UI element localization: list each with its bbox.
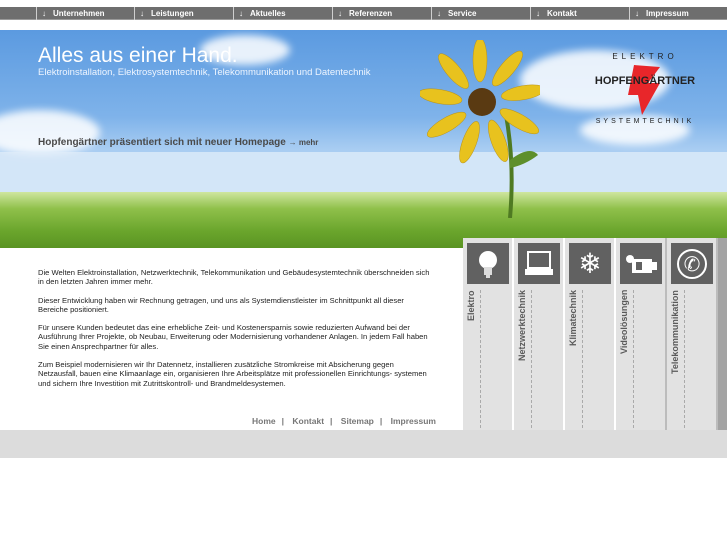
company-logo: ELEKTRO HOPFENGÄRTNER SYSTEMTECHNIK [595, 52, 695, 125]
nav-service[interactable]: ↓ Service [431, 7, 530, 20]
service-label[interactable]: Telekommunikation [670, 290, 680, 420]
nav-unternehmen[interactable]: ↓ Unternehmen [36, 7, 134, 20]
paragraph: Für unsere Kunden bedeutet das eine erhe… [38, 323, 428, 351]
snowflake-icon[interactable]: ❄ [569, 243, 611, 284]
nav-kontakt[interactable]: ↓ Kontakt [530, 7, 629, 20]
nav-referenzen[interactable]: ↓ Referenzen [332, 7, 431, 20]
footer-bar [0, 430, 727, 458]
footer-link-home[interactable]: Home [252, 416, 276, 426]
nav-impressum[interactable]: ↓ Impressum [629, 7, 727, 20]
service-netzwerktechnik[interactable]: Netzwerktechnik [514, 238, 565, 430]
paragraph: Die Welten Elektroinstallation, Netzwerk… [38, 268, 430, 287]
divider [582, 290, 583, 428]
service-telekommunikation[interactable]: ✆ Telekommunikation [667, 238, 718, 430]
nav-aktuelles[interactable]: ↓ Aktuelles [233, 7, 332, 20]
news-band [0, 152, 727, 192]
paragraph: Dieser Entwicklung haben wir Rechnung ge… [38, 295, 404, 314]
services-panel: Elektro Netzwerktechnik ❄ Klimatechnik V… [463, 238, 727, 430]
nav-leistungen[interactable]: ↓ Leistungen [134, 7, 233, 20]
more-link[interactable]: → mehr [289, 138, 319, 147]
service-videoloesungen[interactable]: Videolösungen [616, 238, 667, 430]
divider [480, 290, 481, 428]
footer-link-impressum[interactable]: Impressum [391, 416, 436, 426]
footer-links: Home | Kontakt | Sitemap | Impressum [252, 416, 436, 426]
divider [531, 290, 532, 428]
news-teaser[interactable]: Hopfengärtner präsentiert sich mit neuer… [38, 137, 318, 148]
footer-link-sitemap[interactable]: Sitemap [341, 416, 374, 426]
divider [633, 290, 634, 428]
hero-title: Alles aus einer Hand. [38, 44, 238, 67]
laptop-icon[interactable] [518, 243, 560, 284]
sunflower-image [420, 40, 540, 218]
lightbulb-icon[interactable] [467, 243, 509, 284]
svg-text:ELEKTRO: ELEKTRO [612, 52, 677, 61]
cloud [0, 110, 100, 155]
divider [684, 290, 685, 428]
paragraph: Zum Beispiel modernisieren wir Ihr Daten… [38, 360, 427, 388]
service-label[interactable]: Klimatechnik [568, 290, 578, 420]
svg-text:✆: ✆ [684, 252, 701, 276]
panel-edge [718, 238, 727, 430]
service-label[interactable]: Netzwerktechnik [517, 290, 527, 420]
service-elektro[interactable]: Elektro [463, 238, 514, 430]
hero-subtitle: Elektroinstallation, Elektrosystemtechni… [38, 67, 371, 78]
top-nav: ↓ Unternehmen ↓ Leistungen ↓ Aktuelles ↓ Ref… [0, 7, 727, 20]
footer-link-kontakt[interactable]: Kontakt [292, 416, 324, 426]
service-label[interactable]: Elektro [466, 290, 476, 420]
service-klimatechnik[interactable]: ❄ Klimatechnik [565, 238, 616, 430]
intro-text: Die Welten Elektroinstallation, Netzwerk… [38, 268, 433, 397]
svg-text:SYSTEMTECHNIK: SYSTEMTECHNIK [596, 118, 695, 125]
video-camera-icon[interactable] [620, 243, 662, 284]
phone-icon[interactable]: ✆ [671, 243, 713, 284]
svg-text:HOPFENGÄRTNER: HOPFENGÄRTNER [595, 74, 695, 87]
service-label[interactable]: Videolösungen [619, 290, 629, 420]
